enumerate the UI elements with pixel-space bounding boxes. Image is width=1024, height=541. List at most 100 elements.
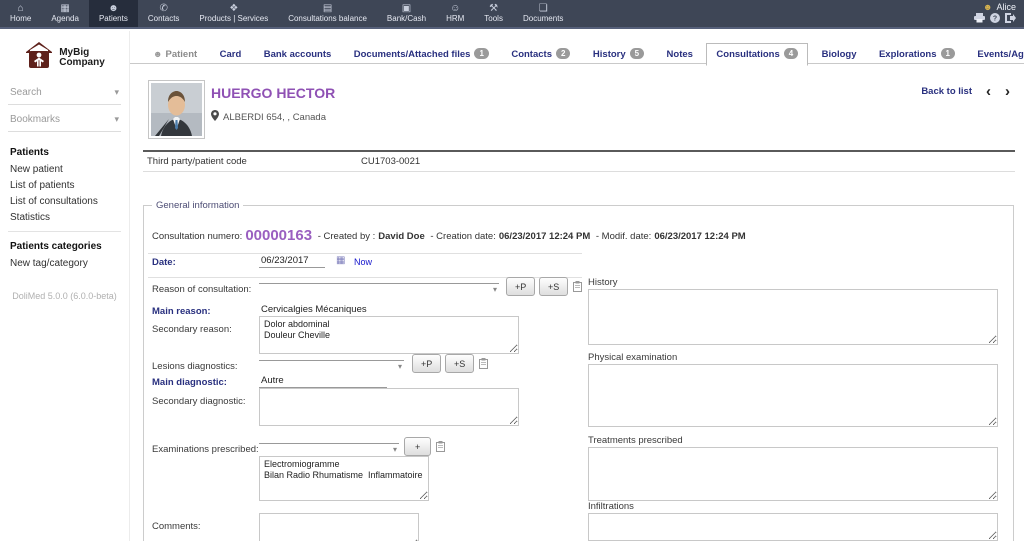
nav-documents-label: Documents [522,13,564,23]
hrm-icon: ☺ [450,2,461,14]
nav-products-services[interactable]: ❖ Products | Services [189,0,278,27]
nav-tools[interactable]: ⚒ Tools [474,0,513,27]
contacts-icon: ✆ [159,2,168,14]
nav-patients-label: Patients [98,13,128,23]
general-information-section: General information Consultation numero:… [143,200,1014,541]
nav-tools-label: Tools [484,13,503,23]
divider [8,231,121,232]
tab-explorations[interactable]: Explorations 1 [870,44,964,65]
help-icon[interactable]: ? [990,13,1000,23]
sidebar-item-statistics[interactable]: Statistics [0,209,129,225]
nav-agenda[interactable]: ▦ Agenda [41,0,89,27]
map-pin-icon [211,110,219,124]
physical-examination-textarea[interactable] [588,364,998,427]
main-reason-input[interactable] [259,302,419,317]
agenda-icon: ▦ [60,2,70,14]
examinations-textarea[interactable]: Electromiogramme Bilan Radio Rhumatisme … [259,456,429,501]
user-menu[interactable]: ☻ Alice [983,2,1016,12]
patient-address: ALBERDI 654, , Canada [211,110,326,124]
main-reason-label: Main reason: [152,306,211,317]
company-logo[interactable]: MyBig Company [6,41,123,74]
sidebar-item-list-of-patients[interactable]: List of patients [0,177,129,193]
sidebar-item-new-tag-category[interactable]: New tag/category [0,255,129,271]
object-tabs: ☻ Patient Card Bank accounts Documents/At… [130,31,1024,66]
modif-date-value: 06/23/2017 12:24 PM [654,231,746,242]
logout-icon[interactable] [1005,13,1016,23]
created-by-value: David Doe [378,231,425,242]
tools-icon: ⚒ [489,2,499,14]
history-textarea[interactable] [588,289,998,345]
company-name: MyBig Company [59,46,105,68]
search-dropdown[interactable]: Search ▾ [8,78,121,105]
print-icon[interactable] [974,13,985,23]
nav-home-label: Home [10,13,32,23]
date-input[interactable] [259,253,325,268]
sidebar: MyBig Company Search ▾ Bookmarks ▾ Patie… [0,31,130,541]
sidebar-item-new-patient[interactable]: New patient [0,161,129,177]
lesions-diagnostics-label: Lesions diagnostics: [152,361,238,372]
next-record-arrow[interactable]: › [1005,84,1010,99]
user-name: Alice [996,2,1016,12]
patient-code-row: Third party/patient code CU1703-0021 [143,150,1015,172]
secondary-diagnostic-label: Secondary diagnostic: [152,396,246,407]
nav-home[interactable]: ⌂ Home [0,0,41,27]
consultation-number: 00000163 [245,227,313,244]
company-logo-icon [24,41,54,74]
patient-code-label: Third party/patient code [147,156,247,167]
tab-contacts[interactable]: Contacts 2 [502,44,579,65]
lesions-select[interactable]: ▾ [259,346,404,371]
nav-consultations-balance[interactable]: ▤ Consultations balance [278,0,377,27]
main-diagnostic-input[interactable] [259,373,387,388]
now-link[interactable]: Now [354,257,372,267]
main-diagnostic-label: Main diagnostic: [152,377,227,388]
bookmarks-label: Bookmarks [10,114,61,125]
add-secondary-diagnostic-button[interactable]: +S [445,354,475,373]
reason-select[interactable]: ▾ [259,269,499,294]
general-information-legend: General information [156,200,240,211]
secondary-diagnostic-textarea[interactable] [259,388,519,426]
add-examination-button[interactable]: + [404,437,432,456]
examinations-select[interactable]: ▾ [259,429,399,454]
nav-contacts[interactable]: ✆ Contacts [138,0,190,27]
tab-biology[interactable]: Biology [813,45,866,65]
add-main-reason-button[interactable]: +P [506,277,536,296]
tab-history[interactable]: History 5 [584,44,653,65]
nav-consultations-balance-label: Consultations balance [288,13,367,23]
comments-textarea[interactable] [259,513,419,541]
chevron-down-icon: ▾ [114,114,119,124]
menu-section-patients: Patients [10,147,49,158]
consultations-count-badge: 4 [783,48,799,59]
tab-notes[interactable]: Notes [658,45,702,65]
clipboard-icon[interactable] [573,279,582,292]
sidebar-item-list-of-consultations[interactable]: List of consultations [0,193,129,209]
reason-of-consultation-label: Reason of consultation: [152,284,252,295]
calendar-icon[interactable]: ▦ [336,255,345,266]
documents-count-badge: 1 [474,48,489,59]
add-main-diagnostic-button[interactable]: +P [412,354,442,373]
clipboard-icon[interactable] [479,356,488,369]
tab-consultations[interactable]: Consultations 4 [706,43,809,66]
previous-record-arrow[interactable]: ‹ [986,84,991,99]
folder-icon: ▤ [322,2,333,14]
tab-events-agenda[interactable]: Events/Agenda [968,45,1024,65]
treatments-prescribed-textarea[interactable] [588,447,998,501]
nav-agenda-label: Agenda [51,13,79,23]
app-version: DoliMed 5.0.0 (6.0.0-beta) [12,291,117,301]
clipboard-icon[interactable] [436,439,445,452]
bookmarks-dropdown[interactable]: Bookmarks ▾ [8,105,121,132]
tab-card[interactable]: Card [211,45,251,65]
back-to-list-link[interactable]: Back to list [921,86,972,97]
divider [148,253,582,254]
infiltrations-textarea[interactable] [588,513,998,541]
tab-documents[interactable]: Documents/Attached files 1 [345,44,498,65]
nav-patients[interactable]: ☻ Patients [88,0,138,27]
dolimed-app: ⌂ Home ▦ Agenda ☻ Patients ✆ Contacts ❖ … [0,0,1024,541]
add-secondary-reason-button[interactable]: +S [539,277,569,296]
nav-bank-cash[interactable]: ▣ Bank/Cash [377,0,436,27]
sidebar-menu: Patients New patient List of patients Li… [0,144,129,271]
patient-code-value: CU1703-0021 [361,156,421,167]
nav-hrm[interactable]: ☺ HRM [436,0,474,27]
tab-bank-accounts[interactable]: Bank accounts [255,45,341,65]
comments-label: Comments: [152,521,201,532]
nav-documents[interactable]: ❏ Documents [513,0,573,27]
